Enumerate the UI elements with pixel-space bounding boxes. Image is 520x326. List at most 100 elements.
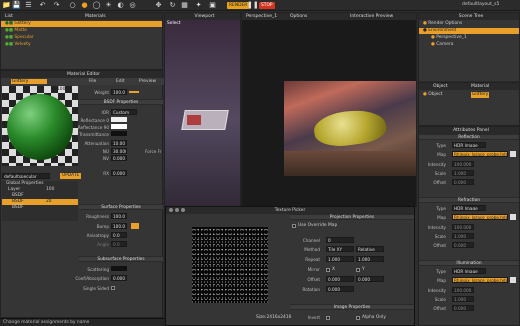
object-row[interactable]: ● Object Glittery: [419, 92, 519, 98]
map-browse-icon[interactable]: [510, 151, 516, 157]
coef-field[interactable]: 0.000: [111, 275, 127, 281]
folder-icon[interactable]: 📁: [2, 1, 11, 10]
relative-select[interactable]: Relative: [356, 246, 384, 252]
mirror-x-checkbox[interactable]: [326, 268, 330, 272]
single-sided-checkbox[interactable]: [111, 286, 115, 290]
scale-field[interactable]: 1.000: [452, 296, 474, 302]
viewport-canvas[interactable]: Select: [165, 20, 240, 220]
material-name-field[interactable]: Glittery: [11, 79, 47, 84]
redo-icon[interactable]: ↷: [52, 1, 61, 10]
bsdf-label: BSDF: [12, 199, 24, 204]
map-field[interactable]: Rhinpix_lgrace_probe.hdr: [452, 277, 508, 283]
pause-icon[interactable]: ❚❚: [247, 1, 259, 10]
list-item[interactable]: ●■ Glittery: [1, 21, 162, 27]
nv-field[interactable]: 0.000: [111, 155, 127, 161]
scene-tree-item[interactable]: ● Environment: [419, 28, 519, 34]
map-field[interactable]: Rhinpix_lgrace_probe.hdr: [452, 214, 508, 220]
scale-field[interactable]: 1.000: [452, 170, 474, 176]
options-tab[interactable]: Options: [290, 13, 307, 20]
camera-tab[interactable]: Perspective_1: [246, 14, 277, 19]
save-icon[interactable]: 💾: [12, 1, 21, 10]
rotation-field[interactable]: 0.000: [326, 286, 354, 292]
attenuation-field[interactable]: 10.00: [111, 140, 127, 146]
list-item-label: Velvety: [14, 42, 31, 47]
bsdf-row[interactable]: BSDF: [2, 205, 78, 211]
texture-size-text: Size:2416x2416: [256, 315, 292, 320]
menu-edit[interactable]: Edit: [116, 79, 125, 84]
offset-field[interactable]: 0.000: [452, 305, 474, 311]
camera-icon[interactable]: ▣: [208, 1, 217, 10]
move-icon[interactable]: ✥: [154, 1, 163, 10]
method-select[interactable]: Tile XY: [326, 246, 354, 252]
alpha-only-checkbox[interactable]: [356, 316, 360, 320]
render-region-icon[interactable]: ☀: [104, 1, 113, 10]
mirror-y-checkbox[interactable]: [356, 268, 360, 272]
scale-icon[interactable]: ▦: [180, 1, 189, 10]
render-button[interactable]: RENDER: [227, 2, 250, 9]
scattering-swatch[interactable]: [111, 266, 127, 271]
list-item[interactable]: ●■ Specular: [1, 35, 162, 41]
scene-icon[interactable]: ◎: [128, 1, 137, 10]
object-material: Glittery: [471, 92, 490, 98]
selection-icon[interactable]: ○: [68, 1, 77, 10]
rx-label: RX: [103, 171, 109, 176]
map-field[interactable]: Rhinpix_lgrace_probe.hdr: [452, 151, 508, 157]
undo-icon[interactable]: ↶: [38, 1, 47, 10]
transform-icon[interactable]: ✦: [194, 1, 203, 10]
scene-tree-item[interactable]: ● Perspective_1: [419, 35, 519, 41]
stop-button[interactable]: STOP: [259, 2, 275, 9]
method-label: Method: [304, 247, 320, 252]
coef-label: Coef/Absorption: [75, 276, 109, 281]
bump-map-swatch[interactable]: [131, 223, 139, 229]
mat-name-field[interactable]: defaultspecular: [2, 173, 50, 179]
scene-tree-item[interactable]: ● Camera: [419, 42, 519, 48]
list-item[interactable]: ●■ Matte: [1, 28, 162, 34]
weight-field[interactable]: 100.0: [111, 89, 127, 95]
angle-label: Angle: [97, 242, 109, 247]
repeat-y-field[interactable]: 1.000: [356, 256, 384, 262]
menu-preview[interactable]: Preview: [139, 79, 156, 84]
shading-icon[interactable]: ●: [80, 1, 89, 10]
channel-field[interactable]: 0: [326, 237, 354, 243]
ior-select[interactable]: Custom: [111, 109, 137, 115]
menu-file[interactable]: File: [89, 79, 96, 84]
offset-field[interactable]: 0.000: [452, 242, 474, 248]
invert-checkbox[interactable]: [326, 316, 330, 320]
scale-field[interactable]: 1.000: [452, 233, 474, 239]
zoom-label[interactable]: 100%: [57, 87, 70, 92]
reflectance90-swatch[interactable]: [111, 124, 127, 129]
map-label: Map: [437, 152, 446, 157]
offset-field[interactable]: 0.000: [452, 179, 474, 185]
rx-field[interactable]: 0.000: [111, 170, 127, 176]
map-browse-icon[interactable]: [510, 277, 516, 283]
angle-field[interactable]: 0.0: [111, 241, 127, 247]
list-item[interactable]: ●■ Velvety: [1, 42, 162, 48]
offset-y-field[interactable]: 0.000: [356, 276, 384, 282]
anisotropy-field[interactable]: 0.0: [111, 232, 127, 238]
dome-icon[interactable]: ◐: [116, 1, 125, 10]
type-select[interactable]: HDR Image: [452, 268, 486, 274]
preview-title: Interactive Preview: [350, 14, 394, 19]
type-select[interactable]: HDR Image: [452, 142, 486, 148]
map-browse-icon[interactable]: [510, 214, 516, 220]
nu-field[interactable]: 30.000: [111, 148, 127, 154]
intensity-field[interactable]: 100.000: [452, 287, 474, 293]
type-select[interactable]: HDR Image: [452, 205, 486, 211]
weight-slider[interactable]: [129, 91, 139, 93]
rotate-icon[interactable]: ↻: [168, 1, 177, 10]
bump-field[interactable]: 100.0: [111, 223, 127, 229]
lights-icon[interactable]: ◯: [92, 1, 101, 10]
roughness-field[interactable]: 100.0: [111, 213, 127, 219]
list-title: List: [5, 14, 13, 19]
list-icon[interactable]: ☰: [24, 1, 33, 10]
transmittance-swatch[interactable]: [111, 131, 127, 136]
repeat-x-field[interactable]: 1.000: [326, 256, 354, 262]
intensity-field[interactable]: 100.000: [452, 161, 474, 167]
scene-tree-item[interactable]: ● Render Options: [419, 21, 519, 27]
texture-thumbnail[interactable]: [192, 227, 268, 303]
offset-x-field[interactable]: 0.000: [326, 276, 354, 282]
use-override-checkbox[interactable]: [292, 224, 296, 228]
reflectance0-swatch[interactable]: [111, 117, 127, 122]
preview-render[interactable]: [284, 81, 416, 176]
intensity-field[interactable]: 100.000: [452, 224, 474, 230]
